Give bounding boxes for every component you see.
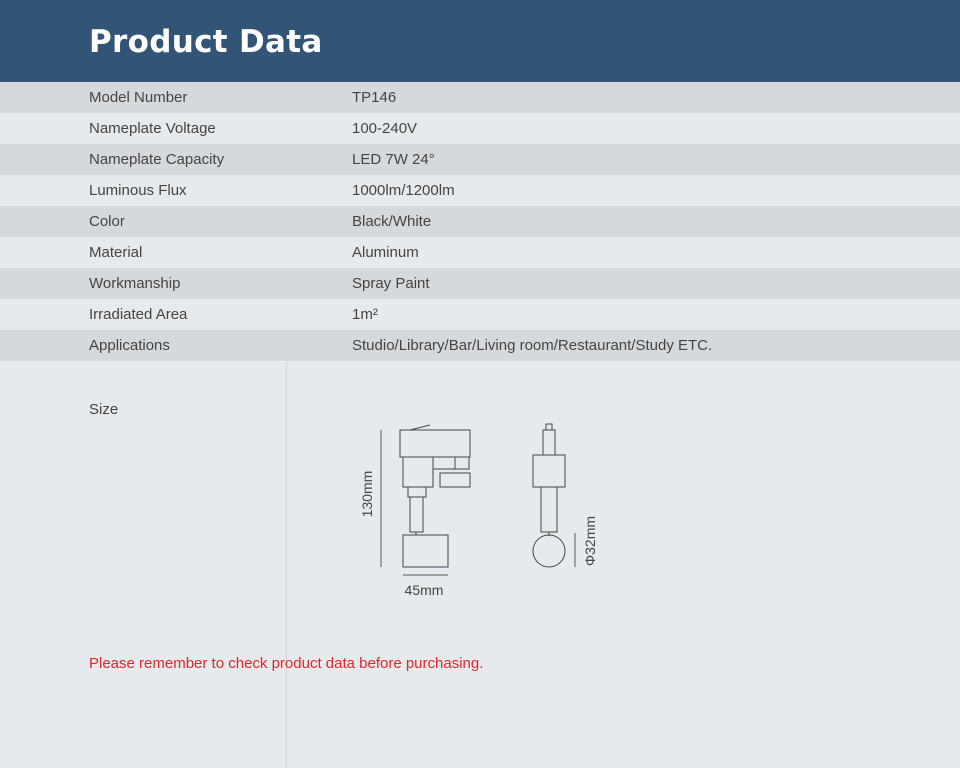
spec-row-luminous-flux: Luminous Flux 1000lm/1200lm (0, 175, 960, 206)
spec-row-material: Material Aluminum (0, 237, 960, 268)
spec-row-applications: Applications Studio/Library/Bar/Living r… (0, 330, 960, 361)
spec-label: Irradiated Area (89, 306, 188, 323)
spec-label: Luminous Flux (89, 182, 187, 199)
spec-value: TP146 (352, 89, 397, 106)
spec-table: Model Number TP146 Nameplate Voltage 100… (0, 82, 960, 361)
spec-label: Color (89, 213, 125, 230)
spec-value: 1m² (352, 306, 378, 323)
spec-label: Workmanship (89, 275, 181, 292)
spec-value: Studio/Library/Bar/Living room/Restauran… (352, 337, 713, 354)
front-view-drawing (532, 423, 566, 568)
spec-label: Applications (89, 337, 170, 354)
page-title: Product Data (89, 24, 323, 60)
spec-row-nameplate-capacity: Nameplate Capacity LED 7W 24° (0, 144, 960, 175)
spec-row-color: Color Black/White (0, 206, 960, 237)
diameter-dimension-label: Φ32mm (582, 516, 598, 566)
spec-value: Black/White (352, 213, 432, 230)
spec-row-workmanship: Workmanship Spray Paint (0, 268, 960, 299)
spec-row-nameplate-voltage: Nameplate Voltage 100-240V (0, 113, 960, 144)
spec-row-irradiated-area: Irradiated Area 1m² (0, 299, 960, 330)
spec-row-model-number: Model Number TP146 (0, 82, 960, 113)
width-dimension-label: 45mm (405, 582, 444, 598)
spec-label: Model Number (89, 89, 188, 106)
spec-value: Aluminum (352, 244, 419, 261)
side-view-drawing (399, 424, 471, 568)
header-bar: Product Data (0, 0, 960, 82)
height-dimension-label: 130mm (359, 471, 375, 518)
purchase-note: Please remember to check product data be… (89, 655, 484, 672)
spec-value: LED 7W 24° (352, 151, 435, 168)
spec-value: 100-240V (352, 120, 418, 137)
spec-label: Nameplate Capacity (89, 151, 225, 168)
spec-value: Spray Paint (352, 275, 430, 292)
spec-value: 1000lm/1200lm (352, 182, 455, 199)
spec-label: Nameplate Voltage (89, 120, 216, 137)
size-label: Size (89, 401, 119, 418)
size-diagram: 130mm 45mm Φ32mm (359, 423, 598, 598)
spec-label: Material (89, 244, 143, 261)
